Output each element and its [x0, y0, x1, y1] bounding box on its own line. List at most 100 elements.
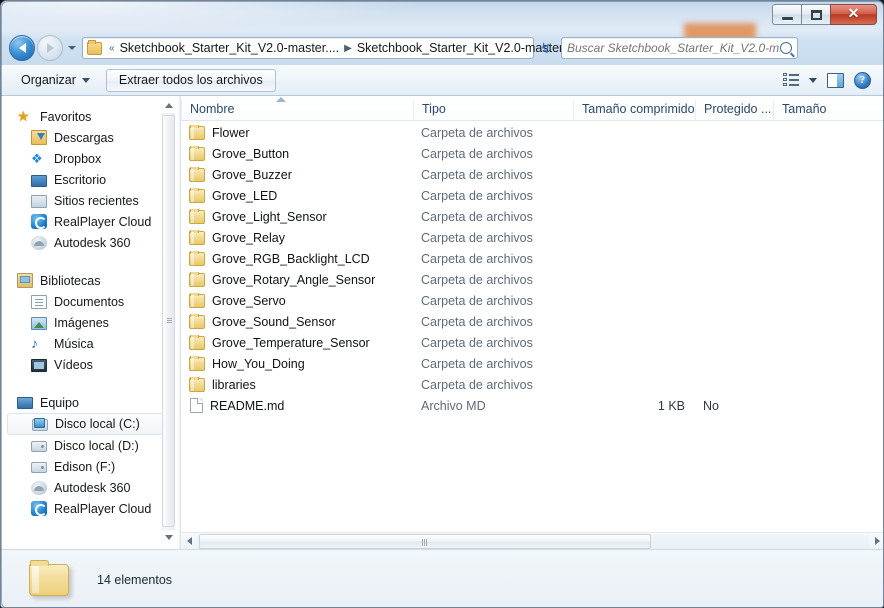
file-type: Carpeta de archivos	[421, 293, 533, 308]
table-row[interactable]: Flower Carpeta de archivos	[181, 122, 883, 143]
sidebar-header-bibliotecas[interactable]: Bibliotecas	[1, 270, 178, 291]
scroll-left-button[interactable]	[181, 533, 197, 549]
back-arrow-icon	[18, 43, 26, 53]
sidebar-item-disco-local-c[interactable]: Disco local (C:)	[7, 413, 172, 435]
sidebar-item-disco-local-d[interactable]: Disco local (D:)	[1, 435, 178, 456]
file-name: Grove_Rotary_Angle_Sensor	[212, 272, 376, 287]
column-header-tipo[interactable]: Tipo	[413, 100, 573, 120]
file-type: Carpeta de archivos	[421, 335, 533, 350]
status-bar: 14 elementos	[1, 549, 883, 607]
table-row[interactable]: Grove_Relay Carpeta de archivos	[181, 227, 883, 248]
sidebar-group-bibliotecas: Bibliotecas Documentos Imágenes ♪ Música…	[1, 270, 178, 375]
extract-all-button[interactable]: Extraer todos los archivos	[105, 68, 276, 92]
breadcrumb-item-1[interactable]: Sketchbook_Starter_Kit_V2.0-master....	[119, 41, 341, 55]
sidebar-item-imagenes[interactable]: Imágenes	[1, 312, 178, 333]
sidebar-item-autodesk-360-equipo[interactable]: Autodesk 360	[1, 477, 178, 498]
sidebar-item-label: Escritorio	[54, 172, 107, 187]
history-dropdown-icon[interactable]	[68, 46, 76, 50]
sidebar-item-autodesk-360[interactable]: Autodesk 360	[1, 232, 178, 253]
sidebar-item-descargas[interactable]: Descargas	[1, 127, 178, 148]
close-button[interactable]: ✕	[830, 4, 877, 25]
file-list-horizontal-scrollbar[interactable]	[181, 532, 883, 549]
scroll-down-button[interactable]	[162, 530, 175, 545]
column-header-nombre[interactable]: Nombre	[181, 100, 413, 120]
forward-button[interactable]	[37, 35, 63, 61]
computer-icon	[17, 397, 33, 409]
sidebar-header-favoritos[interactable]: ★ Favoritos	[1, 106, 178, 127]
scrollbar-track[interactable]	[197, 533, 869, 549]
search-box[interactable]	[561, 37, 798, 59]
navigation-pane-scrollbar[interactable]	[162, 98, 175, 545]
breadcrumb-separator-1: ▶	[344, 42, 352, 54]
search-input[interactable]	[567, 41, 780, 55]
view-list-icon[interactable]	[783, 73, 799, 87]
sidebar-header-equipo[interactable]: Equipo	[1, 392, 178, 413]
preview-pane-icon[interactable]	[827, 72, 844, 88]
file-type: Carpeta de archivos	[421, 272, 533, 287]
column-headers: Nombre Tipo Tamaño comprimido Protegido …	[181, 96, 883, 121]
music-icon: ♪	[31, 335, 38, 351]
back-button[interactable]	[9, 35, 35, 61]
column-header-protegido[interactable]: Protegido ...	[695, 100, 773, 120]
scrollbar-thumb[interactable]	[162, 115, 175, 527]
file-type: Carpeta de archivos	[421, 167, 533, 182]
minimize-button[interactable]	[772, 4, 801, 25]
sidebar-item-sitios-recientes[interactable]: Sitios recientes	[1, 190, 178, 211]
file-name: Grove_LED	[212, 188, 278, 203]
table-row[interactable]: Grove_Light_Sensor Carpeta de archivos	[181, 206, 883, 227]
folder-icon	[189, 293, 205, 308]
table-row[interactable]: Grove_Button Carpeta de archivos	[181, 143, 883, 164]
refresh-button[interactable]: ↯	[535, 37, 557, 59]
maximize-button[interactable]	[801, 4, 830, 25]
file-name: How_You_Doing	[212, 356, 305, 371]
scroll-right-button[interactable]	[869, 533, 883, 549]
table-row[interactable]: Grove_LED Carpeta de archivos	[181, 185, 883, 206]
sidebar-item-label: Descargas	[54, 130, 114, 145]
table-row[interactable]: Grove_Buzzer Carpeta de archivos	[181, 164, 883, 185]
view-options-chevron-down-icon[interactable]	[809, 77, 817, 83]
sidebar-item-documentos[interactable]: Documentos	[1, 291, 178, 312]
sidebar-item-label: Imágenes	[54, 315, 109, 330]
file-name: Grove_RGB_Backlight_LCD	[212, 251, 370, 266]
column-header-tamano-comprimido[interactable]: Tamaño comprimido	[573, 100, 695, 120]
table-row[interactable]: Grove_Sound_Sensor Carpeta de archivos	[181, 311, 883, 332]
explorer-window: ✕ « Sketchbook_Starter_Kit_V2.0-master..…	[0, 0, 884, 608]
table-row[interactable]: How_You_Doing Carpeta de archivos	[181, 353, 883, 374]
breadcrumb-overflow-icon[interactable]: «	[109, 43, 115, 54]
file-rows: Flower Carpeta de archivos Grove_Button …	[181, 122, 883, 523]
sidebar-item-edison-f[interactable]: Edison (F:)	[1, 456, 178, 477]
sidebar-item-label: Documentos	[54, 294, 125, 309]
file-name: libraries	[212, 377, 256, 392]
folder-icon	[189, 209, 205, 224]
address-bar[interactable]: « Sketchbook_Starter_Kit_V2.0-master....…	[82, 37, 588, 59]
table-row[interactable]: README.md Archivo MD 1 KB No	[181, 395, 883, 416]
column-header-tamano[interactable]: Tamaño	[773, 100, 853, 120]
table-row[interactable]: Grove_RGB_Backlight_LCD Carpeta de archi…	[181, 248, 883, 269]
file-type: Carpeta de archivos	[421, 314, 533, 329]
sidebar-item-videos[interactable]: Vídeos	[1, 354, 178, 375]
breadcrumb-item-2[interactable]: Sketchbook_Starter_Kit_V2.0-master	[356, 41, 564, 55]
table-row[interactable]: Grove_Temperature_Sensor Carpeta de arch…	[181, 332, 883, 353]
maximize-icon	[810, 9, 822, 20]
folder-icon	[29, 559, 69, 596]
table-row[interactable]: libraries Carpeta de archivos	[181, 374, 883, 395]
sidebar-item-realplayer-cloud[interactable]: RealPlayer Cloud	[1, 211, 178, 232]
folder-icon	[189, 146, 205, 161]
file-name: Grove_Servo	[212, 293, 286, 308]
sidebar-item-musica[interactable]: ♪ Música	[1, 333, 178, 354]
star-icon: ★	[17, 108, 30, 124]
sidebar-item-escritorio[interactable]: Escritorio	[1, 169, 178, 190]
sidebar-item-realplayer-cloud-equipo[interactable]: RealPlayer Cloud	[1, 498, 178, 519]
sidebar-item-label: RealPlayer Cloud	[54, 214, 152, 229]
table-row[interactable]: Grove_Rotary_Angle_Sensor Carpeta de arc…	[181, 269, 883, 290]
sidebar-item-label: Sitios recientes	[54, 193, 139, 208]
organize-menu-button[interactable]: Organizar	[21, 73, 90, 87]
scroll-up-button[interactable]	[162, 98, 175, 113]
realplayer-icon	[31, 501, 47, 516]
scrollbar-thumb[interactable]	[199, 533, 651, 549]
sidebar-item-label: Autodesk 360	[54, 480, 131, 495]
chevron-right-icon	[874, 537, 880, 545]
sidebar-item-dropbox[interactable]: ❖ Dropbox	[1, 148, 178, 169]
help-icon[interactable]: ?	[854, 71, 871, 89]
table-row[interactable]: Grove_Servo Carpeta de archivos	[181, 290, 883, 311]
